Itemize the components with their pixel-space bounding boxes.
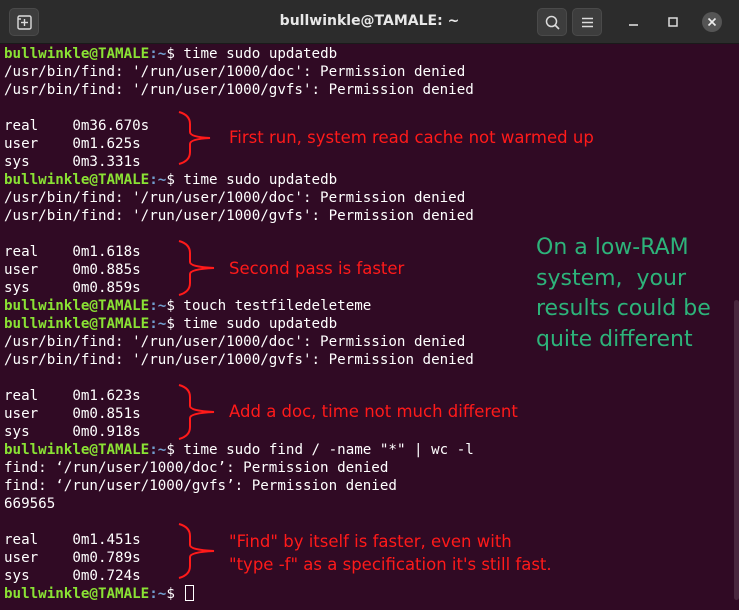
prompt-user: bullwinkle@TAMALE	[4, 46, 150, 62]
annotation-first-run: First run, system read cache not warmed …	[229, 128, 594, 147]
output-line: sys 0m0.918s	[4, 424, 141, 440]
prompt-symbol: $	[166, 442, 184, 458]
prompt-path: :~	[149, 46, 167, 62]
brace-annotation-second	[178, 240, 215, 296]
terminal-window: bullwinkle@TAMALE: ~ bullwinkle@TAMALE:~…	[0, 0, 739, 610]
scrollbar[interactable]	[734, 300, 739, 600]
prompt-path: :~	[149, 172, 167, 188]
output-line: sys 0m3.331s	[4, 154, 141, 170]
search-button[interactable]	[537, 8, 567, 36]
output-line: sys 0m0.724s	[4, 568, 141, 584]
maximize-button[interactable]	[663, 12, 683, 32]
maximize-icon	[668, 17, 678, 27]
minimize-button[interactable]	[624, 12, 644, 32]
brace-annotation-doc	[178, 384, 215, 440]
prompt-line: bullwinkle@TAMALE:~$ time sudo find / -n…	[4, 441, 474, 459]
output-line: /usr/bin/find: '/run/user/1000/doc': Per…	[4, 64, 466, 80]
prompt-symbol: $	[166, 586, 184, 602]
output-line: user 0m0.885s	[4, 262, 141, 278]
prompt-line: bullwinkle@TAMALE:~$ touch testfiledelet…	[4, 297, 371, 315]
output-line: user 0m0.789s	[4, 550, 141, 566]
prompt-line: bullwinkle@TAMALE:~$ time sudo updatedb	[4, 45, 337, 63]
prompt-symbol: $	[166, 316, 184, 332]
menu-button[interactable]	[572, 8, 602, 36]
title-bar[interactable]: bullwinkle@TAMALE: ~	[0, 0, 739, 44]
text-cursor	[185, 585, 195, 601]
output-line: /usr/bin/find: '/run/user/1000/gvfs': Pe…	[4, 208, 474, 224]
command-text: time sudo updatedb	[183, 316, 338, 332]
output-line: real 0m36.670s	[4, 118, 150, 134]
prompt-user: bullwinkle@TAMALE	[4, 442, 150, 458]
command-text: time sudo find / -name "*" | wc -l	[183, 442, 474, 458]
output-line: real 0m1.451s	[4, 532, 141, 548]
output-line: sys 0m0.859s	[4, 280, 141, 296]
prompt-symbol: $	[166, 172, 184, 188]
hamburger-menu-icon	[582, 17, 593, 28]
annotation-find-line1: "Find" by itself is faster, even with	[229, 532, 512, 551]
annotation-add-doc: Add a doc, time not much different	[229, 402, 518, 421]
output-line: /usr/bin/find: '/run/user/1000/doc': Per…	[4, 334, 466, 350]
output-line: find: ‘/run/user/1000/gvfs’: Permission …	[4, 478, 397, 494]
prompt-line: bullwinkle@TAMALE:~$ time sudo updatedb	[4, 315, 337, 333]
output-line: /usr/bin/find: '/run/user/1000/gvfs': Pe…	[4, 82, 474, 98]
prompt-symbol: $	[166, 298, 184, 314]
prompt-path: :~	[149, 586, 167, 602]
prompt-path: :~	[149, 298, 167, 314]
output-line: real 0m1.623s	[4, 388, 141, 404]
prompt-user: bullwinkle@TAMALE	[4, 172, 150, 188]
output-line: user 0m1.625s	[4, 136, 141, 152]
prompt-user: bullwinkle@TAMALE	[4, 298, 150, 314]
annotation-second-pass: Second pass is faster	[229, 259, 405, 278]
command-text: time sudo updatedb	[183, 172, 338, 188]
search-icon	[545, 15, 560, 30]
minimize-icon	[629, 24, 638, 26]
brace-annotation-first	[178, 111, 211, 165]
close-button[interactable]	[702, 12, 722, 32]
output-line: /usr/bin/find: '/run/user/1000/doc': Per…	[4, 190, 466, 206]
prompt-user: bullwinkle@TAMALE	[4, 586, 150, 602]
prompt-path: :~	[149, 442, 167, 458]
annotation-find-line2: "type -f" as a specification it's still …	[229, 555, 552, 574]
output-line: /usr/bin/find: '/run/user/1000/gvfs': Pe…	[4, 352, 474, 368]
output-line: 669565	[4, 496, 56, 512]
command-text: touch testfiledeleteme	[183, 298, 372, 314]
output-line: real 0m1.618s	[4, 244, 141, 260]
command-text: time sudo updatedb	[183, 46, 338, 62]
prompt-path: :~	[149, 316, 167, 332]
prompt-user: bullwinkle@TAMALE	[4, 316, 150, 332]
close-icon	[707, 17, 717, 27]
prompt-symbol: $	[166, 46, 184, 62]
output-line: user 0m0.851s	[4, 406, 141, 422]
brace-annotation-find	[178, 523, 215, 579]
side-note: On a low-RAM system, your results could …	[536, 235, 711, 352]
prompt-line: bullwinkle@TAMALE:~$ time sudo updatedb	[4, 171, 337, 189]
output-line: find: ‘/run/user/1000/doc’: Permission d…	[4, 460, 389, 476]
prompt-line: bullwinkle@TAMALE:~$	[4, 585, 195, 603]
